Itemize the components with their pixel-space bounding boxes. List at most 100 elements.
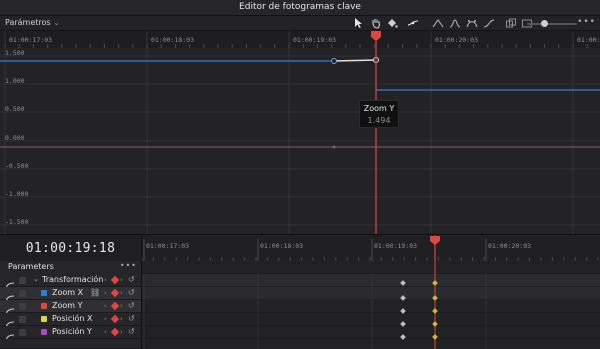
next-keyframe-icon[interactable]: › xyxy=(120,328,123,336)
lock-icon[interactable] xyxy=(19,290,26,297)
link-icon[interactable]: ⛓ xyxy=(90,288,100,297)
reset-icon[interactable]: ↺ xyxy=(128,275,135,284)
prev-keyframe-icon[interactable]: ‹ xyxy=(104,276,107,284)
pointer-icon[interactable] xyxy=(352,17,364,29)
ease-bezier-icon[interactable] xyxy=(466,17,478,29)
playhead-marker xyxy=(430,236,440,245)
keyframe-tracks-canvas[interactable] xyxy=(142,261,600,349)
toolbar: Parámetros ⌄ ••• xyxy=(0,16,600,31)
bezier-handle xyxy=(333,59,377,62)
next-keyframe-icon[interactable]: › xyxy=(120,302,123,310)
ruler-label: 01:00:20:03 xyxy=(488,242,531,250)
curve-toggle-icon[interactable] xyxy=(5,276,15,291)
param-label: Posición Y xyxy=(52,327,92,336)
prev-keyframe-icon[interactable]: ‹ xyxy=(104,302,107,310)
chevron-down-icon: ⌄ xyxy=(53,19,60,27)
param-label: Zoom X xyxy=(52,288,84,297)
track-row xyxy=(142,326,600,339)
next-keyframe-icon[interactable]: › xyxy=(120,315,123,323)
tooltip-value: 1.494 xyxy=(367,116,391,125)
zoom-slider-track[interactable] xyxy=(527,23,577,25)
next-keyframe-icon[interactable]: › xyxy=(120,289,123,297)
prev-keyframe-icon[interactable]: ‹ xyxy=(104,328,107,336)
track-row xyxy=(142,274,600,287)
lock-icon[interactable] xyxy=(19,277,26,284)
keyframe-point xyxy=(331,58,337,64)
ruler-label: 01:00:18:03 xyxy=(260,242,303,250)
ruler-label: 01:00:21 xyxy=(577,36,600,44)
lock-icon[interactable] xyxy=(19,303,26,310)
param-label: Posición X xyxy=(52,314,93,323)
param-row-position-y[interactable]: Posición Y ‹ › ↺ xyxy=(0,326,142,343)
y-axis-label: -0.500 xyxy=(5,162,29,170)
reset-icon[interactable]: ↺ xyxy=(128,288,135,297)
zoom-slider-handle[interactable] xyxy=(541,20,548,27)
draw-curve-icon[interactable] xyxy=(407,17,419,29)
reset-icon[interactable]: ↺ xyxy=(128,301,135,310)
param-row-zoom-x[interactable]: Zoom X ⛓ ‹ › ↺ xyxy=(0,287,142,304)
keyframe-diamond-icon[interactable] xyxy=(110,288,120,298)
reset-icon[interactable]: ↺ xyxy=(128,327,135,336)
param-color-swatch xyxy=(41,329,47,335)
track-row xyxy=(142,287,600,300)
parameters-dropdown-label: Parámetros xyxy=(5,18,51,27)
param-color-swatch xyxy=(41,303,47,309)
y-axis-label: 0.500 xyxy=(5,105,25,113)
timeline-ruler[interactable]: 01:00:17:03 01:00:18:03 01:00:19:03 01:00:2… xyxy=(142,234,600,261)
prev-keyframe-icon[interactable]: ‹ xyxy=(104,289,107,297)
next-keyframe-icon[interactable]: › xyxy=(120,276,123,284)
param-row-zoom-y[interactable]: Zoom Y ‹ › ↺ xyxy=(0,300,142,317)
y-axis-label: -1.000 xyxy=(5,190,29,198)
timeline-ruler-canvas[interactable]: 01:00:17:03 01:00:18:03 01:00:19:03 01:00:2… xyxy=(142,235,600,261)
track-row xyxy=(142,261,600,274)
param-color-swatch xyxy=(41,290,47,296)
curve-toggle-icon[interactable] xyxy=(5,328,15,343)
curve-toggle-icon[interactable] xyxy=(5,302,15,317)
param-row-partial xyxy=(0,339,142,349)
ruler-label: 01:00:19:03 xyxy=(293,36,336,44)
reset-icon[interactable]: ↺ xyxy=(128,314,135,323)
ease-linear-icon[interactable] xyxy=(432,17,444,29)
ruler-label: 01:00:19:03 xyxy=(374,242,417,250)
curve-toggle-icon[interactable] xyxy=(5,289,15,304)
toolbar-more-icon[interactable]: ••• xyxy=(577,17,596,27)
lock-icon[interactable] xyxy=(19,316,26,323)
y-axis-label: 0.000 xyxy=(5,134,25,142)
keyframe-diamond-icon[interactable] xyxy=(110,275,120,285)
parameters-more-icon[interactable]: ••• xyxy=(120,261,137,270)
lock-icon[interactable] xyxy=(19,329,26,336)
parameters-dropdown[interactable]: Parámetros ⌄ xyxy=(5,18,59,27)
fill-icon[interactable] xyxy=(386,17,398,29)
curve-toggle-icon[interactable] xyxy=(5,315,15,330)
curve-graph-canvas[interactable]: 01:00:17:03 01:00:18:03 01:00:19:03 01:00:2… xyxy=(0,31,600,234)
param-group-transform[interactable]: ⌄ Transformación ‹ › ↺ xyxy=(0,274,142,291)
param-group-label: Transformación xyxy=(42,275,104,284)
keyframe-tracks[interactable] xyxy=(142,261,600,349)
keyframe-diamond-icon[interactable] xyxy=(110,327,120,337)
keyframe-diamond-icon[interactable] xyxy=(110,301,120,311)
hand-icon[interactable] xyxy=(370,17,382,29)
ruler-label: 01:00:20:03 xyxy=(435,36,478,44)
track-row xyxy=(142,300,600,313)
track-row xyxy=(142,313,600,326)
ease-in-out-icon[interactable] xyxy=(449,17,461,29)
param-row-position-x[interactable]: Posición X ‹ › ↺ xyxy=(0,313,142,330)
ruler-label: 01:00:18:03 xyxy=(151,36,194,44)
window-title: Editor de fotogramas clave xyxy=(239,2,361,12)
curve-graph[interactable]: 01:00:17:03 01:00:18:03 01:00:19:03 01:00:2… xyxy=(0,31,600,234)
chevron-down-icon[interactable]: ⌄ xyxy=(33,275,39,283)
keyframe-point xyxy=(332,145,336,149)
keyframe-diamond-icon[interactable] xyxy=(110,314,120,324)
y-axis-label: -1.500 xyxy=(5,218,29,226)
value-tooltip: Zoom Y 1.494 xyxy=(359,100,399,128)
track-row xyxy=(142,339,600,349)
stack-icon[interactable] xyxy=(505,17,517,29)
prev-keyframe-icon[interactable]: ‹ xyxy=(104,315,107,323)
tooltip-label: Zoom Y xyxy=(363,104,395,113)
current-timecode[interactable]: 01:00:19:18 xyxy=(0,241,141,256)
parameters-header: Parameters ••• xyxy=(0,261,142,274)
ruler-label: 01:00:17:03 xyxy=(9,36,52,44)
title-bar: Editor de fotogramas clave xyxy=(0,0,600,16)
parameters-header-label: Parameters xyxy=(8,262,54,271)
ease-custom-icon[interactable] xyxy=(483,17,495,29)
